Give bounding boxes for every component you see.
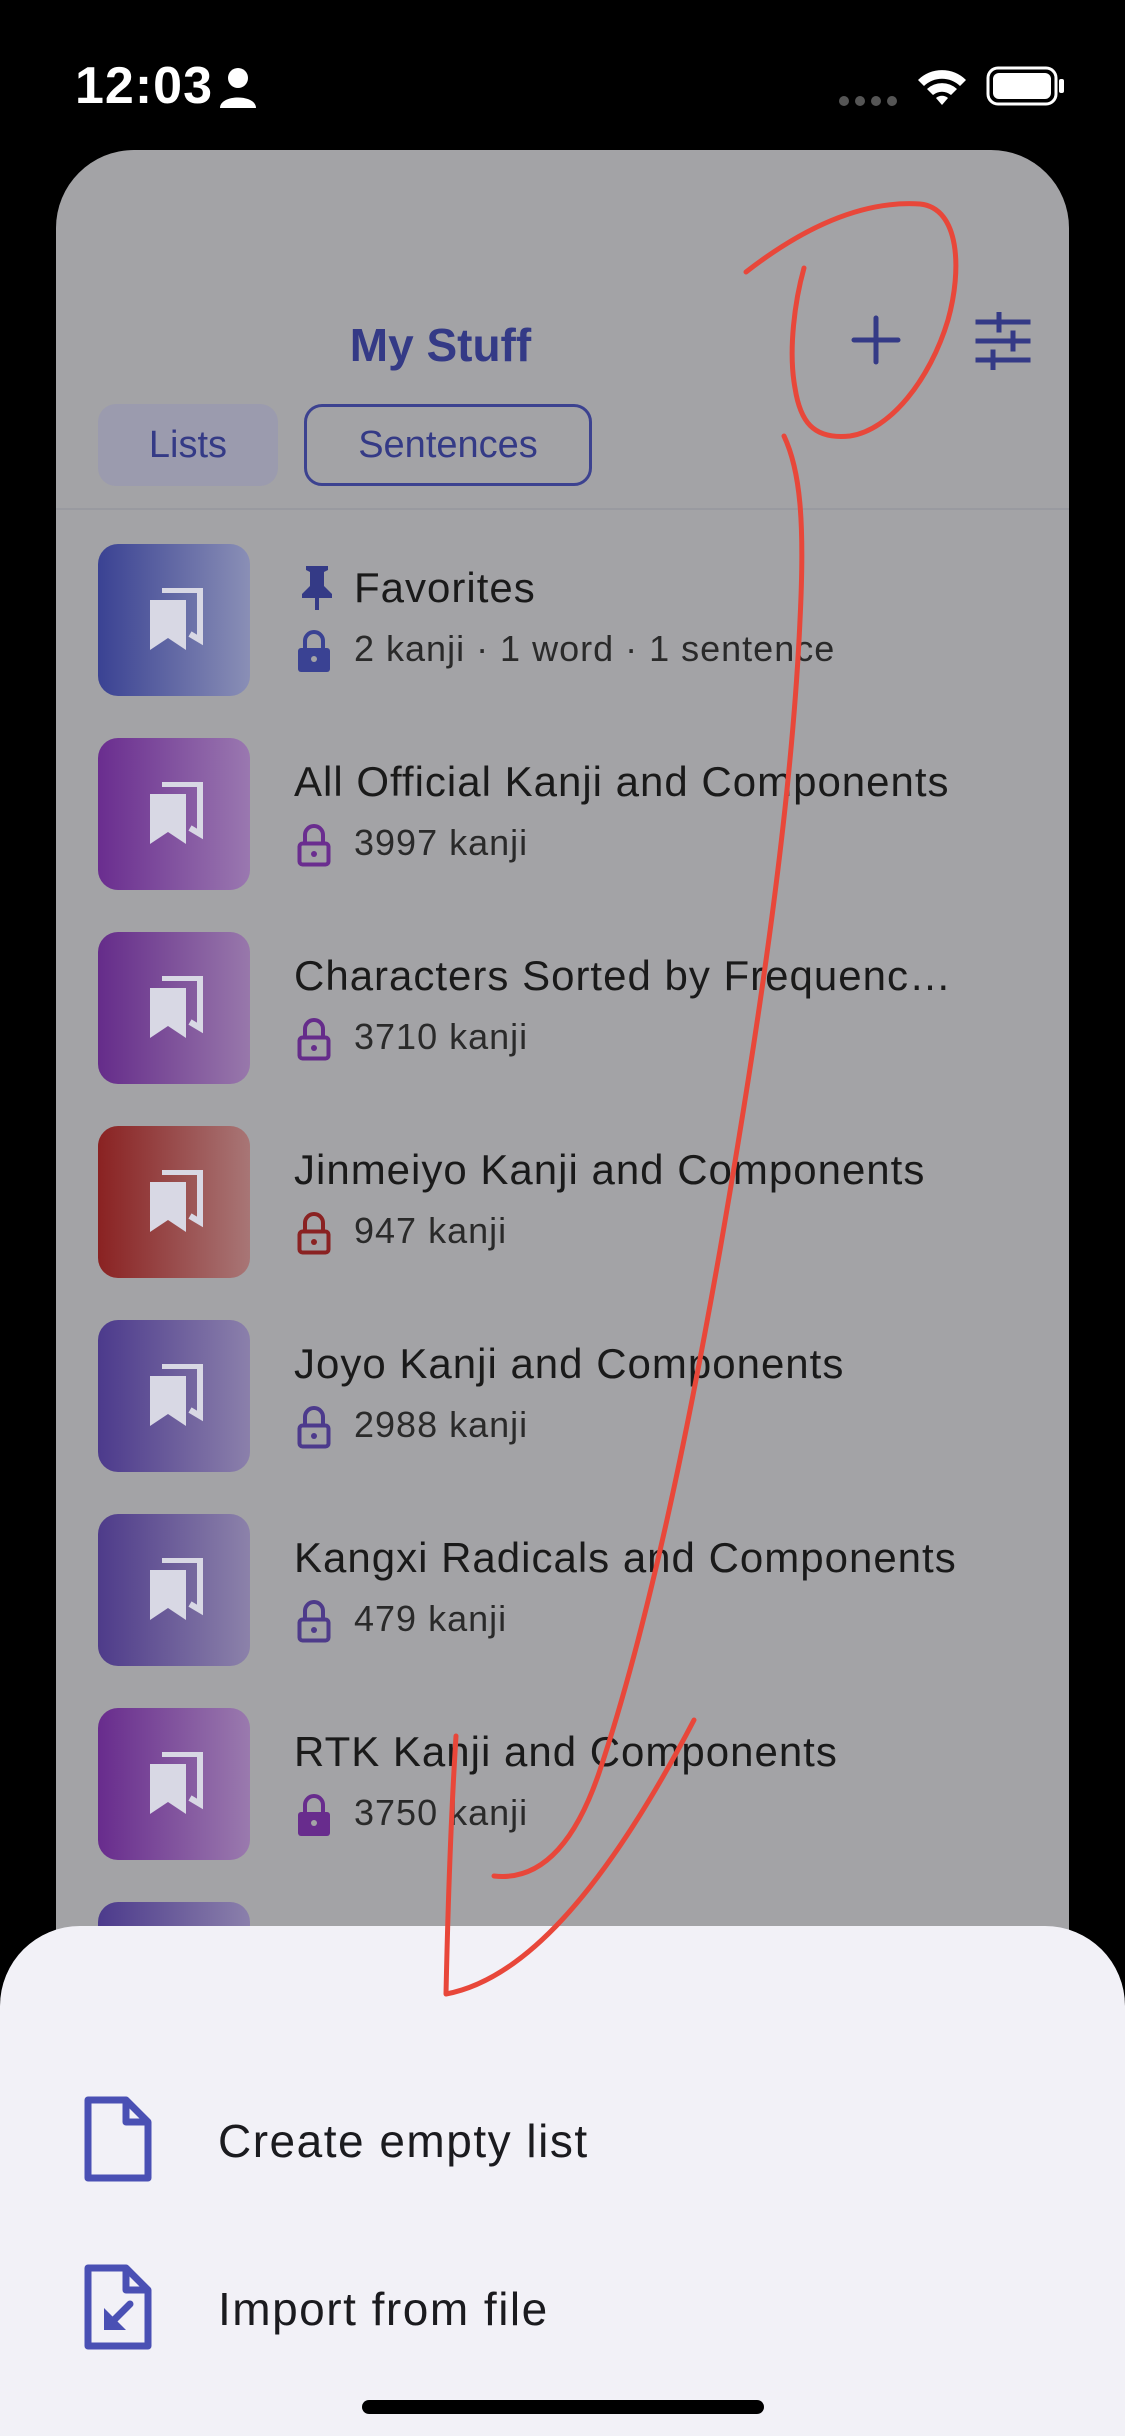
create-empty-list-label: Create empty list: [218, 2115, 589, 2167]
list-item[interactable]: Favorites 2 kanji · 1 word · 1 sentence: [56, 530, 1069, 724]
tab-lists[interactable]: Lists: [98, 404, 278, 486]
import-from-file-label: Import from file: [218, 2283, 549, 2335]
create-empty-list-item[interactable]: Create empty list: [0, 2066, 1125, 2206]
bottom-sheet: Create empty list Import from file: [0, 1926, 1125, 2436]
lock-icon: [297, 1212, 331, 1255]
lock-icon: [297, 1600, 331, 1643]
list-item-title: Kangxi Radicals and Components: [294, 1534, 957, 1581]
bookmarks-icon: [150, 1170, 203, 1232]
list-item[interactable]: Jinmeiyo Kanji and Components 947 kanji: [56, 1112, 1069, 1306]
list-item-title: RTK Kanji and Components: [294, 1728, 838, 1775]
divider: [56, 508, 1069, 510]
list-item-title: Favorites: [354, 564, 536, 611]
import-from-file-item[interactable]: Import from file: [0, 2234, 1125, 2374]
bookmarks-icon: [150, 1752, 203, 1814]
bookmarks-icon: [150, 1558, 203, 1620]
list-thumbnail: [98, 1126, 250, 1278]
list-item-subtitle: 479 kanji: [354, 1598, 508, 1639]
wifi-icon: [918, 70, 966, 105]
list-item[interactable]: Kangxi Radicals and Components 479 kanji: [56, 1500, 1069, 1694]
list-item-subtitle: 3750 kanji: [354, 1792, 529, 1833]
tab-sentences[interactable]: Sentences: [304, 404, 592, 486]
list-item-subtitle: 2 kanji · 1 word · 1 sentence: [354, 628, 836, 669]
list-thumbnail: [98, 1320, 250, 1472]
lock-icon: [297, 824, 331, 867]
page-title: My Stuff: [349, 319, 532, 371]
file-import-icon: [84, 2264, 152, 2350]
cellular-signal-icon: [839, 96, 897, 106]
list-item-title: All Official Kanji and Components: [294, 758, 950, 805]
list-thumbnail: [98, 932, 250, 1084]
list-item[interactable]: All Official Kanji and Components 3997 ka…: [56, 724, 1069, 918]
list-item-title: Joyo Kanji and Components: [294, 1340, 845, 1387]
bookmarks-icon: [150, 1364, 203, 1426]
battery-icon: [986, 66, 1064, 106]
home-indicator: [362, 2400, 764, 2414]
bookmarks-icon: [150, 976, 203, 1038]
status-time: 12:03: [75, 57, 213, 115]
file-icon: [84, 2096, 152, 2182]
list-item-title: Characters Sorted by Frequenc…: [294, 952, 952, 999]
list-thumbnail: [98, 738, 250, 890]
list-item[interactable]: RTK Kanji and Components 3750 kanji: [56, 1694, 1069, 1888]
lock-icon: [298, 630, 330, 672]
add-button[interactable]: [846, 310, 906, 370]
list-thumbnail: [98, 1708, 250, 1860]
list-thumbnail: [98, 544, 250, 696]
list-item-subtitle: 3997 kanji: [354, 822, 529, 863]
lock-icon: [297, 1018, 331, 1061]
list-item-subtitle: 947 kanji: [354, 1210, 508, 1251]
list-item[interactable]: Characters Sorted by Frequenc… 3710 kanji: [56, 918, 1069, 1112]
my-stuff-screen: My Stuff Lists Sentences Favorites 2 kanj…: [56, 150, 1069, 2050]
status-bar: 12:03: [0, 0, 1125, 150]
pin-icon: [302, 566, 332, 610]
list-item[interactable]: Joyo Kanji and Components 2988 kanji: [56, 1306, 1069, 1500]
list-item-title: Jinmeiyo Kanji and Components: [294, 1146, 926, 1193]
lock-icon: [297, 1406, 331, 1449]
list-thumbnail: [98, 1514, 250, 1666]
list-item-subtitle: 2988 kanji: [354, 1404, 529, 1445]
lock-icon: [298, 1794, 330, 1836]
list-item-subtitle: 3710 kanji: [354, 1016, 529, 1057]
bookmarks-icon: [150, 782, 203, 844]
filter-settings-icon[interactable]: [974, 312, 1032, 370]
bookmarks-icon: [150, 588, 203, 650]
person-icon: [220, 68, 256, 108]
